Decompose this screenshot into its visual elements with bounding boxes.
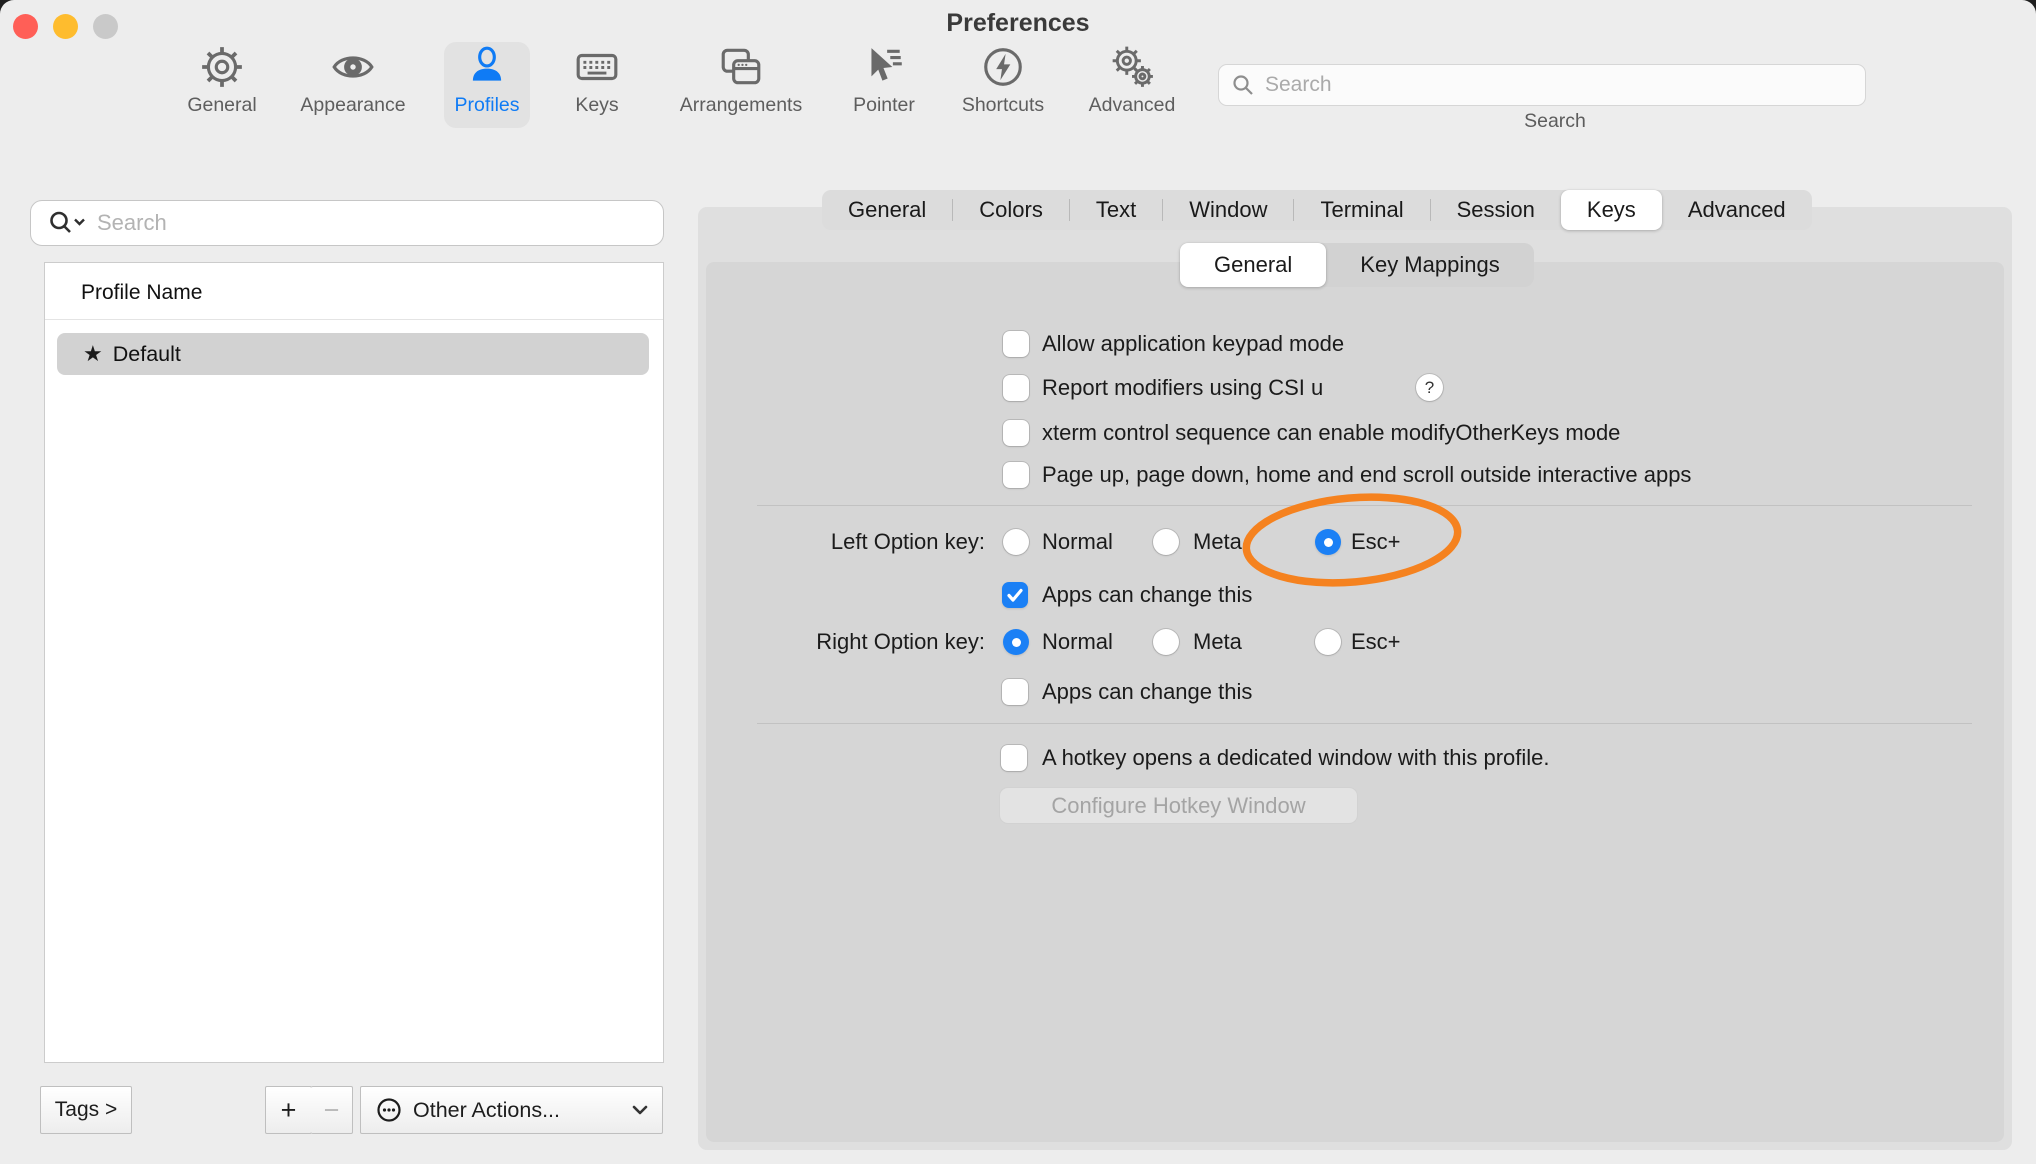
other-actions-label: Other Actions... <box>413 1098 560 1123</box>
help-button[interactable]: ? <box>1416 374 1443 401</box>
checkbox-label: xterm control sequence can enable modify… <box>1042 420 1620 446</box>
checkbox-label: Allow application keypad mode <box>1042 331 1344 357</box>
toolbar-search <box>1218 64 1866 106</box>
tab-session[interactable]: Session <box>1431 190 1561 230</box>
profile-row-default[interactable]: ★ Default <box>57 333 649 375</box>
radio-right-option-normal[interactable] <box>1003 629 1029 655</box>
radio-left-option-meta[interactable] <box>1153 529 1179 555</box>
tab-terminal[interactable]: Terminal <box>1294 190 1429 230</box>
checkbox-label: Apps can change this <box>1042 679 1252 705</box>
checkbox-keypad-mode[interactable] <box>1003 331 1029 357</box>
tab-keys[interactable]: Keys <box>1561 190 1662 230</box>
toolbar-label: Appearance <box>300 94 405 117</box>
plus-icon: + <box>281 1095 297 1126</box>
tags-button[interactable]: Tags > <box>40 1086 132 1134</box>
profile-list-header: Profile Name <box>81 281 202 305</box>
search-icon <box>1231 73 1255 97</box>
search-caption: Search <box>1480 110 1630 133</box>
subtab-general[interactable]: General <box>1180 243 1326 287</box>
window-title: Preferences <box>0 9 2036 38</box>
tab-window[interactable]: Window <box>1163 190 1293 230</box>
toolbar-item-arrangements[interactable]: Arrangements <box>666 44 816 136</box>
toolbar-item-general[interactable]: General <box>147 44 297 136</box>
keyboard-icon <box>574 44 620 90</box>
toolbar-item-shortcuts[interactable]: Shortcuts <box>928 44 1078 136</box>
configure-hotkey-label: Configure Hotkey Window <box>1051 793 1305 819</box>
right-option-key-label: Right Option key: <box>700 629 985 655</box>
other-actions-dropdown[interactable]: Other Actions... <box>360 1086 663 1134</box>
bolt-icon <box>980 44 1026 90</box>
toolbar-label: Keys <box>575 94 618 117</box>
radio-left-option-esc[interactable] <box>1315 529 1341 555</box>
checkbox-hotkey-window[interactable] <box>1001 745 1027 771</box>
add-profile-button[interactable]: + <box>265 1086 312 1134</box>
scoped-search-icon[interactable] <box>46 210 90 236</box>
checkbox-modify-other-keys[interactable] <box>1003 420 1029 446</box>
checkbox-label: Report modifiers using CSI u <box>1042 375 1323 401</box>
profile-search-input[interactable] <box>30 200 664 246</box>
section-divider <box>757 505 1972 506</box>
header-divider <box>45 319 663 320</box>
configure-hotkey-window-button[interactable]: Configure Hotkey Window <box>999 787 1358 824</box>
toolbar-item-advanced[interactable]: Advanced <box>1057 44 1207 136</box>
profile-tab-bar: General Colors Text Window Terminal Sess… <box>822 190 1812 230</box>
checkbox-left-apps-can-change[interactable] <box>1002 582 1028 608</box>
minus-icon: − <box>324 1095 340 1126</box>
toolbar-label: Profiles <box>454 94 519 117</box>
checkbox-right-apps-can-change[interactable] <box>1002 679 1028 705</box>
checkbox-label: A hotkey opens a dedicated window with t… <box>1042 745 1550 771</box>
question-mark-icon: ? <box>1425 378 1434 398</box>
keys-tab-panel <box>706 262 2004 1142</box>
gears-icon <box>1109 44 1155 90</box>
profile-list: Profile Name ★ Default <box>44 262 664 1063</box>
radio-left-option-normal[interactable] <box>1003 529 1029 555</box>
checkbox-csi-u[interactable] <box>1003 375 1029 401</box>
radio-right-option-meta[interactable] <box>1153 629 1179 655</box>
radio-right-option-esc[interactable] <box>1315 629 1341 655</box>
windows-icon <box>718 44 764 90</box>
section-divider <box>757 723 1972 724</box>
toolbar-label: Advanced <box>1089 94 1176 117</box>
person-icon <box>464 44 510 90</box>
profile-search <box>30 200 664 246</box>
gear-icon <box>199 44 245 90</box>
tags-button-label: Tags > <box>55 1098 117 1122</box>
radio-label: Esc+ <box>1351 529 1401 555</box>
radio-label: Meta <box>1193 529 1242 555</box>
checkbox-page-scroll[interactable] <box>1003 462 1029 488</box>
chevron-down-icon <box>630 1100 650 1120</box>
eye-icon <box>330 44 376 90</box>
cursor-icon <box>861 44 907 90</box>
tab-text[interactable]: Text <box>1070 190 1162 230</box>
toolbar-label: Pointer <box>853 94 915 117</box>
tab-colors[interactable]: Colors <box>953 190 1069 230</box>
toolbar-item-appearance[interactable]: Appearance <box>278 44 428 136</box>
toolbar-label: Arrangements <box>680 94 802 117</box>
toolbar-label: Shortcuts <box>962 94 1044 117</box>
profile-name: Default <box>113 342 181 367</box>
radio-label: Normal <box>1042 529 1113 555</box>
ellipsis-circle-icon <box>375 1096 403 1124</box>
left-option-key-label: Left Option key: <box>700 529 985 555</box>
radio-label: Esc+ <box>1351 629 1401 655</box>
star-icon: ★ <box>83 341 103 367</box>
toolbar-item-keys[interactable]: Keys <box>522 44 672 136</box>
keys-subtab-bar: General Key Mappings <box>1180 243 1534 287</box>
radio-label: Meta <box>1193 629 1242 655</box>
checkbox-label: Page up, page down, home and end scroll … <box>1042 462 1691 488</box>
toolbar-search-input[interactable] <box>1218 64 1866 106</box>
toolbar-label: General <box>187 94 256 117</box>
tab-general[interactable]: General <box>822 190 952 230</box>
tab-advanced[interactable]: Advanced <box>1662 190 1812 230</box>
preferences-window: Preferences General Appearance Profiles … <box>0 0 2036 1164</box>
remove-profile-button[interactable]: − <box>311 1086 353 1134</box>
subtab-key-mappings[interactable]: Key Mappings <box>1326 243 1533 287</box>
radio-label: Normal <box>1042 629 1113 655</box>
checkbox-label: Apps can change this <box>1042 582 1252 608</box>
